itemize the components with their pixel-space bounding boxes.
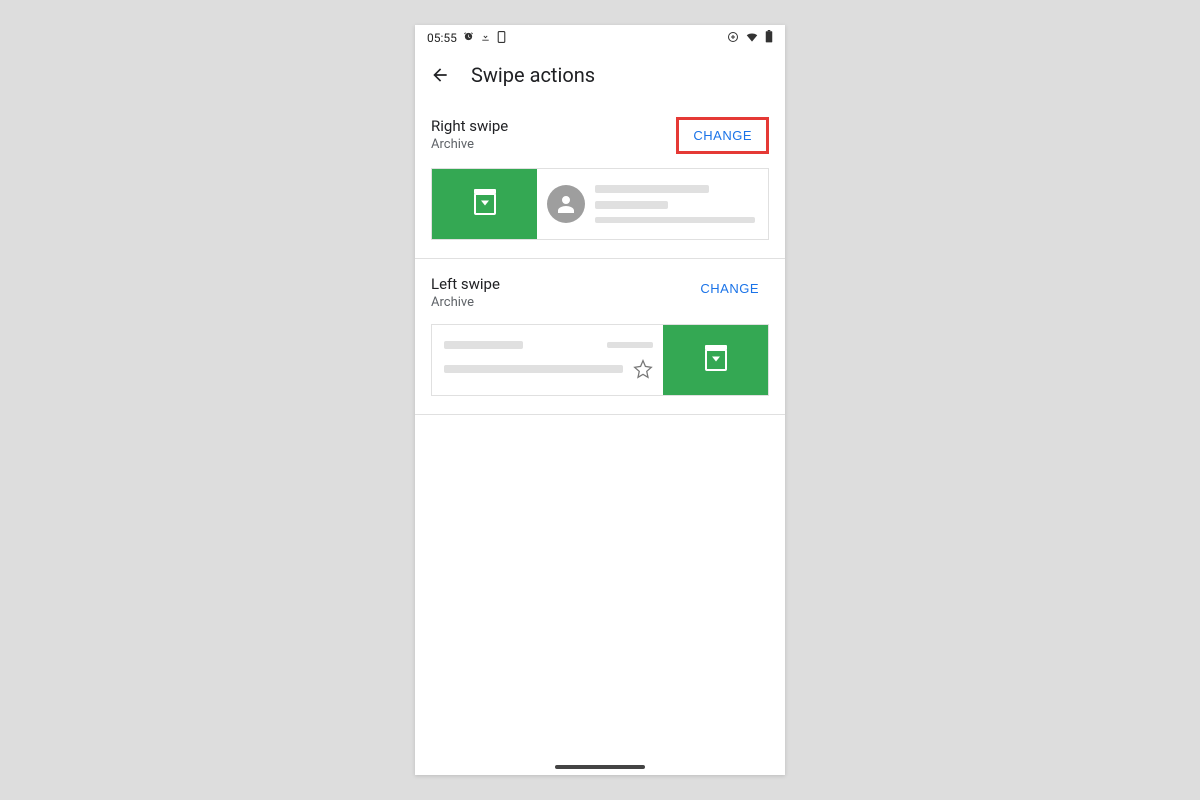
status-right [727, 30, 773, 46]
preview-content [537, 169, 768, 239]
right-swipe-change-button[interactable]: CHANGE [683, 122, 762, 149]
left-swipe-section: Left swipe Archive CHANGE [415, 259, 785, 415]
left-swipe-preview [431, 324, 769, 396]
archive-icon [474, 193, 496, 215]
skeleton-line [595, 185, 709, 193]
archive-icon [705, 349, 727, 371]
status-left: 05:55 [427, 31, 506, 46]
skeleton-line [607, 342, 653, 348]
data-saver-icon [727, 31, 739, 46]
skeleton-line [595, 217, 755, 223]
right-swipe-section: Right swipe Archive CHANGE [415, 101, 785, 259]
left-swipe-title: Left swipe [431, 275, 500, 293]
left-swipe-subtitle: Archive [431, 295, 500, 310]
status-bar: 05:55 [415, 25, 785, 51]
skeleton-line [444, 341, 523, 349]
page-title: Swipe actions [471, 63, 595, 87]
status-time: 05:55 [427, 31, 457, 45]
section-header: Right swipe Archive CHANGE [431, 117, 769, 154]
left-swipe-change-button[interactable]: CHANGE [690, 275, 769, 302]
avatar-icon [547, 185, 585, 223]
phone-frame: 05:55 Swipe acti [415, 25, 785, 775]
alarm-icon [463, 31, 474, 45]
change-highlight: CHANGE [676, 117, 769, 154]
star-icon [633, 359, 653, 379]
download-icon [480, 31, 491, 45]
right-swipe-subtitle: Archive [431, 137, 508, 152]
left-action-slab [663, 325, 768, 395]
skeleton-line [595, 201, 668, 209]
right-swipe-title: Right swipe [431, 117, 508, 135]
battery-icon [765, 30, 773, 46]
section-header: Left swipe Archive CHANGE [431, 275, 769, 310]
preview-content [432, 325, 663, 395]
wifi-icon [745, 31, 759, 46]
navigation-pill[interactable] [555, 765, 645, 769]
skeleton-line [444, 365, 623, 373]
skeleton-lines [595, 185, 758, 223]
title-bar: Swipe actions [415, 51, 785, 101]
skeleton-lines [444, 341, 653, 379]
right-action-slab [432, 169, 537, 239]
back-button[interactable] [429, 64, 451, 86]
right-swipe-preview [431, 168, 769, 240]
phone-status-icon [497, 31, 506, 46]
